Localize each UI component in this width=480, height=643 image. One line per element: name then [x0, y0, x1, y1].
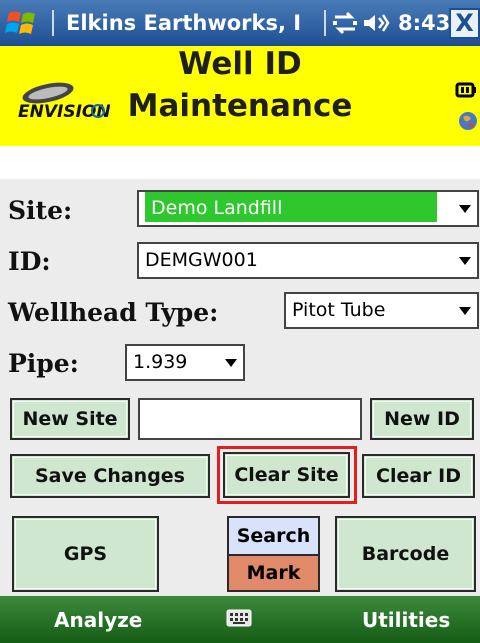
softkey-bar: Analyze Utilities [0, 596, 480, 643]
pipe-label: Pipe: [8, 349, 79, 378]
spacer-strip [0, 146, 480, 179]
mark-button[interactable]: Mark [227, 554, 320, 592]
new-site-input[interactable] [138, 398, 362, 440]
wellhead-type-label: Wellhead Type: [8, 298, 219, 327]
wellhead-type-value: Pitot Tube [292, 299, 386, 321]
id-select[interactable]: DEMGW001 [137, 242, 479, 279]
connectivity-icon[interactable] [331, 11, 359, 35]
softkey-utilities[interactable]: Utilities [362, 608, 450, 632]
clock-time[interactable]: 8:43 [398, 11, 450, 35]
gps-button[interactable]: GPS [12, 516, 159, 592]
softkey-analyze[interactable]: Analyze [54, 608, 142, 632]
new-id-button[interactable]: New ID [370, 398, 474, 440]
title-separator [324, 10, 326, 36]
clear-site-button[interactable]: Clear Site [223, 452, 350, 498]
site-label: Site: [8, 196, 73, 225]
barcode-button[interactable]: Barcode [335, 516, 476, 592]
page-title-line1: Well ID [178, 46, 302, 82]
search-button[interactable]: Search [227, 516, 320, 554]
title-separator [52, 10, 54, 36]
title-bar: Elkins Earthworks, I 8:43 X [0, 0, 480, 46]
save-changes-button[interactable]: Save Changes [10, 454, 210, 498]
clear-id-button[interactable]: Clear ID [362, 454, 475, 498]
pipe-select[interactable]: 1.939 [125, 344, 245, 381]
windows-start-icon[interactable] [5, 7, 41, 39]
keyboard-icon[interactable] [226, 608, 252, 628]
pipe-select-value: 1.939 [133, 351, 188, 373]
window-title: Elkins Earthworks, I [66, 11, 302, 35]
globe-icon [459, 112, 477, 130]
chevron-down-icon[interactable] [459, 205, 471, 213]
new-site-button[interactable]: New Site [10, 398, 130, 440]
speaker-icon[interactable] [361, 11, 391, 35]
chevron-down-icon[interactable] [459, 257, 471, 265]
id-label: ID: [8, 247, 51, 276]
page-title-line2: Maintenance [127, 88, 353, 124]
chevron-down-icon[interactable] [459, 307, 471, 315]
site-select[interactable]: Demo Landfill [137, 190, 479, 227]
wellhead-type-select[interactable]: Pitot Tube [284, 292, 479, 329]
chevron-down-icon[interactable] [225, 359, 237, 367]
site-select-value: Demo Landfill [145, 192, 437, 222]
app-header: ENVISION Well ID Maintenance [0, 46, 480, 146]
close-button[interactable]: X [449, 8, 480, 39]
id-select-value: DEMGW001 [145, 249, 258, 271]
battery-icon [455, 82, 476, 98]
